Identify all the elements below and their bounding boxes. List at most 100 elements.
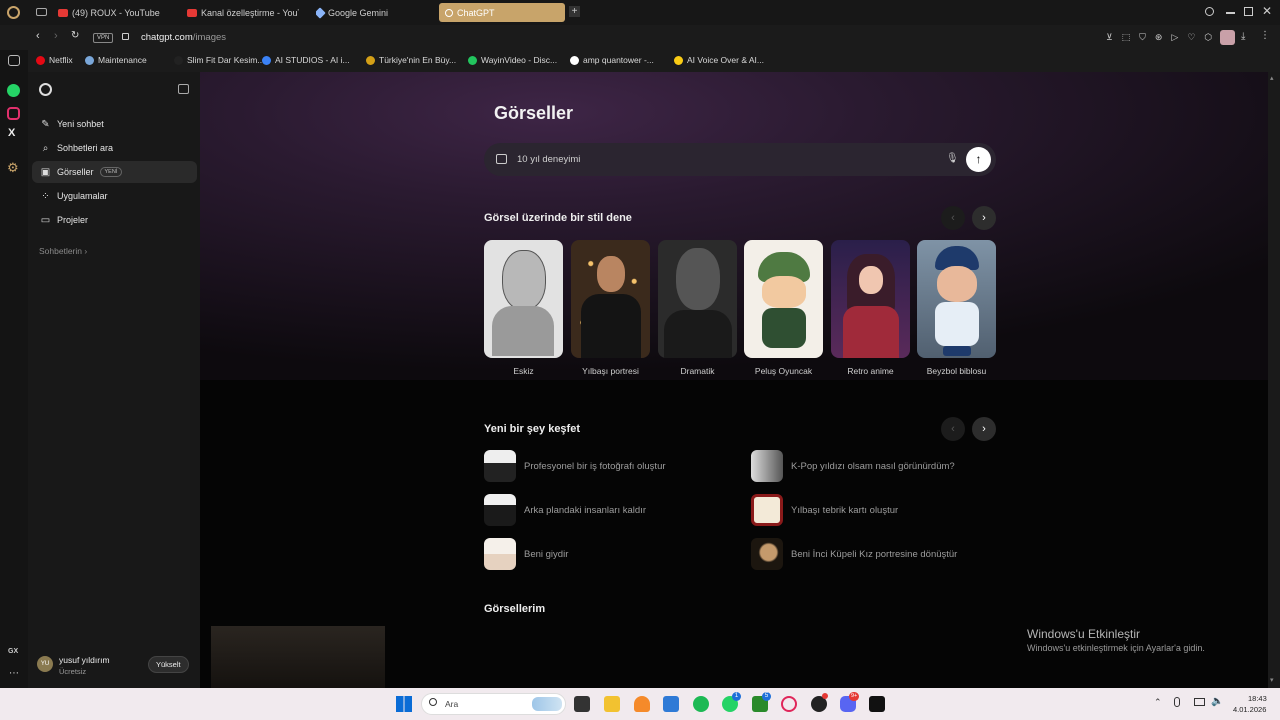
x-icon[interactable]: X	[8, 127, 15, 139]
send-button[interactable]: ↑	[966, 147, 991, 172]
gx-label[interactable]: GX	[8, 648, 18, 655]
tray-chevron-up-icon[interactable]: ⌃	[1154, 697, 1162, 708]
file-explorer-icon[interactable]	[604, 696, 620, 712]
profile-avatar[interactable]	[1220, 30, 1235, 45]
whatsapp-icon[interactable]	[7, 84, 20, 97]
task-view-icon[interactable]	[574, 696, 590, 712]
aria-icon[interactable]	[8, 55, 20, 66]
windows-start-icon[interactable]	[396, 696, 412, 712]
suggestion-item[interactable]: Profesyonel bir iş fotoğrafı oluştur	[484, 450, 666, 482]
user-name[interactable]: yusuf yıldırım	[59, 655, 110, 665]
scroll-up-icon[interactable]: ▴	[1270, 74, 1274, 82]
tab-gemini[interactable]: Google Gemini	[316, 3, 428, 22]
discover-prev-button[interactable]: ‹	[941, 417, 965, 441]
cloud-app-icon[interactable]	[634, 696, 650, 712]
bookmark-item[interactable]: amp quantower -...	[570, 55, 654, 65]
search-tabs-icon[interactable]	[1205, 7, 1214, 16]
style-card-baseball[interactable]	[917, 240, 996, 358]
minimize-icon[interactable]	[1226, 12, 1235, 14]
workspaces-icon[interactable]	[36, 8, 47, 16]
suggestion-item[interactable]: Arka plandaki insanları kaldır	[484, 494, 646, 526]
style-label: Beyzbol biblosu	[926, 366, 987, 376]
back-icon[interactable]: ‹	[36, 30, 40, 42]
display-icon[interactable]	[1194, 698, 1205, 706]
suggestion-label: Beni İnci Küpeli Kız portresine dönüştür	[791, 548, 958, 560]
easy-setup-icon[interactable]: ⊛	[1155, 32, 1163, 43]
upgrade-button[interactable]: Yükselt	[148, 656, 189, 673]
suggestion-item[interactable]: K-Pop yıldızı olsam nasıl görünürdüm?	[751, 450, 955, 482]
microphone-icon[interactable]: 🎙	[946, 153, 959, 164]
style-card-dramatic[interactable]	[658, 240, 737, 358]
style-card-christmas[interactable]	[571, 240, 650, 358]
bookmark-item[interactable]: Türkiye'nin En Büy...	[366, 55, 456, 65]
bookmark-item[interactable]: Maintenance	[85, 55, 147, 65]
suggestion-item[interactable]: Beni giydir	[484, 538, 568, 570]
extensions-icon[interactable]: ⬡	[1204, 32, 1212, 43]
style-card-retro-anime[interactable]	[831, 240, 910, 358]
player-icon[interactable]: ▷	[1171, 32, 1178, 43]
reload-icon[interactable]: ↻	[71, 30, 79, 41]
suggestion-item[interactable]: Beni İnci Küpeli Kız portresine dönüştür	[751, 538, 957, 570]
clock-date[interactable]: 4.01.2026	[1233, 705, 1266, 714]
chatgpt-logo-icon[interactable]	[39, 83, 52, 96]
styles-prev-button[interactable]: ‹	[941, 206, 965, 230]
discover-next-button[interactable]: ›	[972, 417, 996, 441]
url-host: chatgpt.com	[141, 32, 193, 43]
maximize-icon[interactable]	[1244, 7, 1253, 16]
clock-time[interactable]: 18:43	[1248, 694, 1267, 703]
volume-icon[interactable]: 🔈	[1211, 696, 1223, 707]
styles-next-button[interactable]: ›	[972, 206, 996, 230]
add-image-icon[interactable]	[496, 154, 507, 164]
opera-gx-icon[interactable]	[781, 696, 797, 712]
shield-icon[interactable]: ⛉	[1139, 32, 1146, 43]
bookmark-item[interactable]: Netflix	[36, 55, 73, 65]
snapshot-icon[interactable]: ⬚	[1122, 32, 1131, 43]
page-scrollbar[interactable]: ▴ ▾	[1268, 72, 1280, 688]
bookmark-item[interactable]: AI Voice Over & AI...	[674, 55, 764, 65]
pin-icon[interactable]: ⊻	[1106, 32, 1113, 43]
spotify-icon[interactable]	[693, 696, 709, 712]
bookmark-item[interactable]: WayinVideo - Disc...	[468, 55, 557, 65]
scroll-down-icon[interactable]: ▾	[1270, 676, 1274, 684]
suggestion-label: Beni giydir	[524, 548, 569, 560]
close-sidebar-icon[interactable]	[178, 84, 189, 94]
download-icon[interactable]: ⤓	[1241, 31, 1245, 42]
user-avatar[interactable]: YU	[37, 656, 53, 672]
sidebar-item-images[interactable]: ▣ Görseller YENİ	[32, 161, 197, 183]
sidebar-item-apps[interactable]: ⁘ Uygulamalar	[32, 185, 197, 207]
style-card-sketch[interactable]	[484, 240, 563, 358]
prompt-input[interactable]: 10 yıl deneyimi	[517, 154, 580, 165]
sidebar-item-projects[interactable]: ▭ Projeler	[32, 209, 197, 231]
vpn-badge[interactable]: VPN	[93, 33, 114, 43]
style-card-plush[interactable]	[744, 240, 823, 358]
chats-section-toggle[interactable]: Sohbetlerin ›	[39, 246, 87, 256]
bookmark-favicon-icon	[570, 55, 579, 65]
tab-chatgpt[interactable]: ChatGPT	[439, 3, 565, 22]
capcut-icon[interactable]	[869, 696, 885, 712]
heart-icon[interactable]: ♡	[1187, 32, 1195, 43]
sidebar-item-search[interactable]: ⌕ Sohbetleri ara	[32, 137, 197, 159]
url-field[interactable]: chatgpt.com/images	[141, 32, 226, 43]
taskbar-search-placeholder: Ara	[445, 699, 459, 709]
suggestion-item[interactable]: Yılbaşı tebrik kartı oluştur	[751, 494, 898, 526]
tab-youtube-channel[interactable]: Kanal özelleştirme - YouTube	[187, 3, 299, 22]
video-overlay[interactable]	[211, 626, 385, 688]
images-icon: ▣	[40, 166, 51, 178]
new-tab-button[interactable]: +	[569, 6, 580, 17]
close-icon[interactable]: ✕	[1262, 4, 1272, 18]
tab-youtube-roux[interactable]: (49) ROUX - YouTube	[58, 3, 180, 22]
plush-body-image	[762, 308, 806, 348]
microphone-icon[interactable]	[1174, 697, 1180, 707]
bookmark-item[interactable]: Slim Fit Dar Kesim...	[174, 55, 264, 65]
menu-icon[interactable]: ⋮	[1260, 30, 1270, 41]
more-icon[interactable]: ⋯	[9, 668, 19, 679]
opera-logo-icon[interactable]	[7, 6, 20, 19]
settings-icon[interactable]: ⚙	[7, 160, 19, 176]
store-icon[interactable]	[663, 696, 679, 712]
nav-label: Yeni sohbet	[57, 119, 104, 129]
forward-icon[interactable]: ›	[54, 30, 58, 42]
chatgpt-icon	[445, 8, 453, 17]
bookmark-item[interactable]: AI STUDIOS - AI i...	[262, 55, 350, 65]
instagram-icon[interactable]	[7, 107, 20, 120]
sidebar-item-new-chat[interactable]: ✎ Yeni sohbet	[32, 113, 197, 135]
